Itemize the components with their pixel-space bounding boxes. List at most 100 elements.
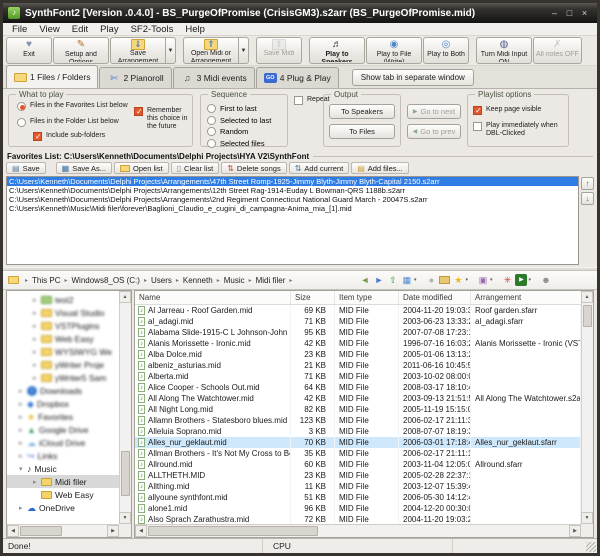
scroll-right-icon[interactable]: ▶ xyxy=(107,525,119,537)
tree-item[interactable]: ▸ Dropbox xyxy=(7,397,119,410)
forward-icon[interactable] xyxy=(373,274,385,286)
favorites-list-item[interactable]: C:\Users\Kenneth\Music\Midi filer\foreve… xyxy=(7,204,578,213)
maximize-icon[interactable]: □ xyxy=(562,7,577,20)
favorites-list-item[interactable]: C:\Users\Kenneth\Documents\Delphi Projec… xyxy=(7,195,578,204)
file-row[interactable]: albeniz_asturias.mid 21 KB MID File 2011… xyxy=(135,360,581,371)
file-row[interactable]: al_adagi.mid 71 KB MID File 2003-06-23 1… xyxy=(135,316,581,327)
radio-files-folder[interactable]: Files in the Folder List below xyxy=(17,118,119,127)
file-row[interactable]: Allamn Brothers - Statesboro blues.mid 1… xyxy=(135,415,581,426)
tree-item[interactable]: ▸ Midi filer xyxy=(7,475,119,488)
checkbox-play-immediately[interactable]: Play immediately when DBL-Clicked xyxy=(473,122,565,138)
up-one-level-icon[interactable] xyxy=(387,274,399,286)
tree-item[interactable]: ▸ yWriter Proje xyxy=(7,358,119,371)
file-row[interactable]: Alanis Morissette - Ironic.mid 42 KB MID… xyxy=(135,338,581,349)
to-files-button[interactable]: To Files xyxy=(329,124,395,139)
toolbar-button[interactable]: Play to Speakers ▼ xyxy=(309,37,365,64)
file-row[interactable]: Alles_nur_geklaut.mid 70 KB MID File 200… xyxy=(135,437,581,448)
sequence-option[interactable]: Random xyxy=(207,127,271,136)
tree-item[interactable]: ▸ Links xyxy=(7,449,119,462)
favorites-toolbar-button[interactable]: Add files... xyxy=(351,162,409,174)
tree-item[interactable]: Web Easy xyxy=(7,488,119,501)
tree-item[interactable]: ▸ Google Drive xyxy=(7,423,119,436)
column-header[interactable]: Arrangement xyxy=(471,291,593,304)
sequence-option[interactable]: First to last xyxy=(207,104,271,113)
favorites-toolbar-button[interactable]: Save xyxy=(6,162,46,174)
toolbar-button[interactable]: Open Midi or Arrangement ▼ xyxy=(183,37,249,64)
toolbar-button[interactable]: All notes OFF ▼ xyxy=(533,37,582,64)
scroll-left-icon[interactable]: ◀ xyxy=(135,525,147,537)
file-row[interactable]: allyoune synthfont.mid 51 KB MID File 20… xyxy=(135,492,581,503)
go-to-next-button[interactable]: ▶ Go to next xyxy=(407,104,461,119)
close-icon[interactable]: × xyxy=(577,7,592,20)
scroll-up-icon[interactable]: ▲ xyxy=(119,291,131,303)
favorites-toolbar-button[interactable]: Add current xyxy=(289,162,349,174)
file-row[interactable]: Allround.mid 60 KB MID File 2003-11-04 1… xyxy=(135,459,581,470)
file-row[interactable]: ALLTHETH.MID 23 KB MID File 2005-02-28 2… xyxy=(135,470,581,481)
scrollbar-thumb[interactable] xyxy=(20,526,62,536)
menu-item[interactable]: File xyxy=(6,24,33,35)
scroll-right-icon[interactable]: ▶ xyxy=(569,525,581,537)
tab[interactable]: 3 Midi events xyxy=(173,67,255,88)
dropdown-arrow-icon[interactable]: ▼ xyxy=(239,37,249,64)
back-icon[interactable] xyxy=(359,274,371,286)
file-row[interactable]: All Night Long.mid 82 KB MID File 2005-1… xyxy=(135,404,581,415)
tree-item[interactable]: ▸ WYSIWYG We xyxy=(7,345,119,358)
menu-item[interactable]: Edit xyxy=(66,24,94,35)
file-row[interactable]: Alice Cooper - Schools Out.mid 64 KB MID… xyxy=(135,382,581,393)
views-icon[interactable] xyxy=(401,274,417,286)
column-header[interactable]: Item type xyxy=(335,291,399,304)
toolbar-button[interactable]: Exit ▼ xyxy=(6,37,52,64)
resize-grip[interactable] xyxy=(586,542,596,552)
minimize-icon[interactable]: – xyxy=(547,7,562,20)
file-list-horizontal-scrollbar[interactable]: ◀ ▶ xyxy=(135,524,581,537)
breadcrumb-segment[interactable]: This PC xyxy=(21,276,60,285)
favorites-toolbar-button[interactable]: Clear list xyxy=(171,162,220,174)
show-tab-separate-window-button[interactable]: Show tab in separate window xyxy=(352,69,474,86)
toolbar-button[interactable]: Setup and Options ▼ xyxy=(53,37,109,64)
tree-item[interactable]: ▸ Favorites xyxy=(7,410,119,423)
toolbar-button[interactable]: Play to Both ▼ xyxy=(423,37,469,64)
toolbar-button[interactable]: Play to File (Write) ▼ xyxy=(366,37,422,64)
tab[interactable]: 4 Plug & Play xyxy=(256,67,339,88)
tree-item[interactable]: ▸ iCloud Drive xyxy=(7,436,119,449)
favorites-toolbar-button[interactable]: Delete songs xyxy=(221,162,286,174)
tree-item[interactable]: ▸ Visual Studio xyxy=(7,306,119,319)
comment-icon[interactable] xyxy=(425,274,437,286)
tree-item[interactable]: ▸ Downloads xyxy=(7,384,119,397)
tree-horizontal-scrollbar[interactable]: ◀ ▶ xyxy=(7,524,119,537)
toolbar-button[interactable]: Save Arrangement ▼ xyxy=(110,37,176,64)
breadcrumb-segment[interactable]: Users xyxy=(140,276,172,285)
favorites-list-item[interactable]: C:\Users\Kenneth\Documents\Delphi Projec… xyxy=(7,177,578,186)
toolbar-button[interactable]: Turn Midi Input ON ▼ xyxy=(476,37,532,64)
scrollbar-thumb[interactable] xyxy=(583,305,592,327)
menu-item[interactable]: Play xyxy=(94,24,124,35)
scroll-up-icon[interactable]: ▲ xyxy=(581,291,593,303)
go-to-prev-button[interactable]: ◀ Go to prev xyxy=(407,124,461,139)
column-header[interactable]: Date modified xyxy=(399,291,471,304)
tab[interactable]: 2 Pianoroll xyxy=(99,67,171,88)
tab[interactable]: 1 Files / Folders xyxy=(6,65,98,88)
breadcrumb-segment[interactable]: Windows8_OS (C:) xyxy=(60,276,139,285)
move-up-button[interactable]: ↑ xyxy=(581,177,594,190)
file-row[interactable]: Alberta.mid 71 KB MID File 2003-10-02 08… xyxy=(135,371,581,382)
file-row[interactable]: Allthing.mid 11 KB MID File 2003-12-07 1… xyxy=(135,481,581,492)
menu-item[interactable]: View xyxy=(33,24,65,35)
file-row[interactable]: Al Jarreau - Roof Garden.mid 69 KB MID F… xyxy=(135,305,581,316)
tree-item[interactable]: ▸ VSTPlugins xyxy=(7,319,119,332)
column-header[interactable]: Name xyxy=(135,291,291,304)
move-down-button[interactable]: ↓ xyxy=(581,192,594,205)
tree-item[interactable]: ▸ test2 xyxy=(7,293,119,306)
folder-icon[interactable] xyxy=(439,276,450,284)
sequence-option[interactable]: Selected files xyxy=(207,139,271,148)
favorites-star-icon[interactable] xyxy=(452,274,468,286)
preview-icon[interactable] xyxy=(477,274,493,286)
column-header[interactable]: Size xyxy=(291,291,335,304)
menu-item[interactable]: SF2-Tools xyxy=(125,24,180,35)
play-file-icon[interactable] xyxy=(515,274,531,286)
tree-vertical-scrollbar[interactable]: ▲ ▼ xyxy=(119,291,131,524)
tree-item[interactable]: ▸ Web Easy xyxy=(7,332,119,345)
scrollbar-thumb[interactable] xyxy=(148,526,318,536)
file-row[interactable]: All Along The Watchtower.mid 42 KB MID F… xyxy=(135,393,581,404)
file-row[interactable]: Also Sprach Zarathustra.mid 72 KB MID Fi… xyxy=(135,514,581,524)
checkbox-include-subfolders[interactable]: Include sub-folders xyxy=(33,132,105,141)
